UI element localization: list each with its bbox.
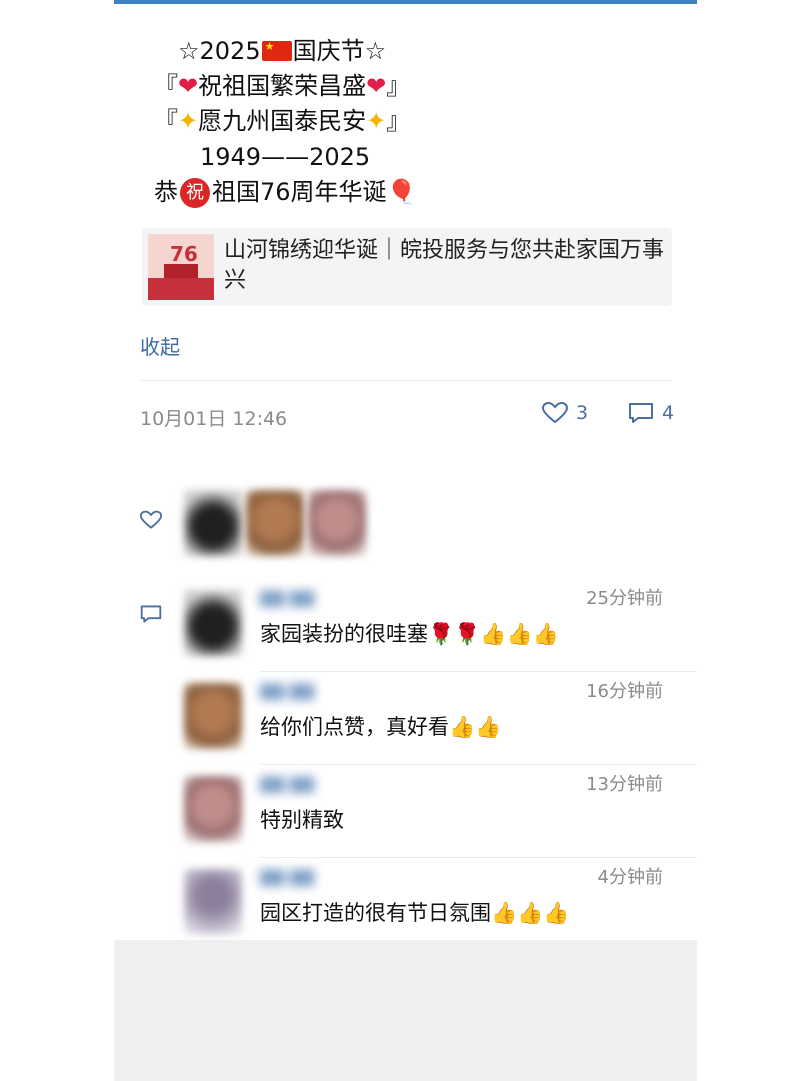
divider <box>140 380 672 381</box>
china-flag-icon <box>261 41 292 61</box>
bracket-open: 『 <box>154 107 178 135</box>
post-line-5-text: 祖国76周年华诞 <box>212 178 387 206</box>
comment-count: 4 <box>662 402 675 424</box>
avatar[interactable] <box>184 869 242 935</box>
comment-button[interactable]: 4 <box>628 402 674 424</box>
glowing-star-icon: ✦ <box>366 107 387 135</box>
heart-icon: ❤ <box>178 72 199 100</box>
comment-time: 16分钟前 <box>586 681 663 702</box>
post-line-4: 1949——2025 <box>200 143 371 171</box>
post-line-3: 『✦愿九州国泰民安✦』 <box>154 104 410 139</box>
avatar[interactable] <box>184 490 242 556</box>
like-count: 3 <box>576 402 589 424</box>
heart-outline-icon <box>542 402 568 424</box>
post-line-1-suffix: 国庆节☆ <box>292 37 387 65</box>
circled-zhu-icon: 祝 <box>180 178 210 208</box>
comment-item[interactable]: ▇▇ ▇▇ 4分钟前 园区打造的很有节日氛围👍👍👍 <box>184 859 697 951</box>
comment-item[interactable]: ▇▇ ▇▇ 13分钟前 特别精致 <box>184 766 697 858</box>
likes-heart-icon <box>139 510 163 534</box>
avatar[interactable] <box>246 490 304 556</box>
comment-author-blurred[interactable]: ▇▇ ▇▇ <box>260 867 330 887</box>
bottom-area <box>114 940 697 1081</box>
comment-time: 4分钟前 <box>597 867 663 888</box>
post-timestamp: 10月01日 12:46 <box>140 408 288 430</box>
heart-icon: ❤ <box>366 72 387 100</box>
post-card: ☆2025国庆节☆ 『❤祝祖国繁荣昌盛❤』 『✦愿九州国泰民安✦』 1949——… <box>114 4 697 940</box>
thumbnail-number: 76 <box>170 242 198 266</box>
comments-bubble-icon <box>140 604 162 628</box>
comment-text: 特别精致 <box>260 808 344 832</box>
bracket-close: 』 <box>386 72 411 100</box>
divider <box>260 857 697 858</box>
avatar[interactable] <box>184 776 242 842</box>
post-line-5: 恭祝祖国76周年华诞🎈 <box>154 175 416 210</box>
comment-item[interactable]: ▇▇ ▇▇ 25分钟前 家园装扮的很哇塞🌹🌹👍👍👍 <box>184 580 697 672</box>
post-line-2-text: 祝祖国繁荣昌盛 <box>198 72 367 100</box>
balloon-icon: 🎈 <box>386 178 417 206</box>
post-line-5-prefix: 恭 <box>154 178 178 206</box>
avatar[interactable] <box>308 490 366 556</box>
post-line-1-prefix: ☆2025 <box>178 37 261 65</box>
divider <box>260 671 697 672</box>
shared-article-card[interactable]: 76 山河锦绣迎华诞｜皖投服务与您共赴家国万事兴 <box>142 228 672 306</box>
comment-time: 13分钟前 <box>586 774 663 795</box>
avatar[interactable] <box>184 683 242 749</box>
speech-bubble-icon <box>628 402 654 424</box>
post-line-1: ☆2025 国庆节☆ <box>178 34 386 69</box>
article-thumbnail: 76 <box>148 234 214 300</box>
comment-author-blurred[interactable]: ▇▇ ▇▇ <box>260 588 330 608</box>
comment-time: 25分钟前 <box>586 588 663 609</box>
post-line-3-text: 愿九州国泰民安 <box>198 107 367 135</box>
glowing-star-icon: ✦ <box>178 107 199 135</box>
post-line-2: 『❤祝祖国繁荣昌盛❤』 <box>154 69 410 104</box>
bracket-open: 『 <box>154 72 178 100</box>
comment-text: 家园装扮的很哇塞🌹🌹👍👍👍 <box>260 622 559 646</box>
comment-item[interactable]: ▇▇ ▇▇ 16分钟前 给你们点赞，真好看👍👍 <box>184 673 697 765</box>
bracket-close: 』 <box>386 107 411 135</box>
comment-author-blurred[interactable]: ▇▇ ▇▇ <box>260 774 330 794</box>
comment-text: 给你们点赞，真好看👍👍 <box>260 715 502 739</box>
collapse-link[interactable]: 收起 <box>140 331 180 360</box>
thumbnail-band <box>148 278 214 300</box>
avatar[interactable] <box>184 590 242 656</box>
article-title: 山河锦绣迎华诞｜皖投服务与您共赴家国万事兴 <box>224 238 665 293</box>
like-button[interactable]: 3 <box>542 402 588 424</box>
divider <box>260 764 697 765</box>
comment-text: 园区打造的很有节日氛围👍👍👍 <box>260 901 570 925</box>
comment-author-blurred[interactable]: ▇▇ ▇▇ <box>260 681 330 701</box>
